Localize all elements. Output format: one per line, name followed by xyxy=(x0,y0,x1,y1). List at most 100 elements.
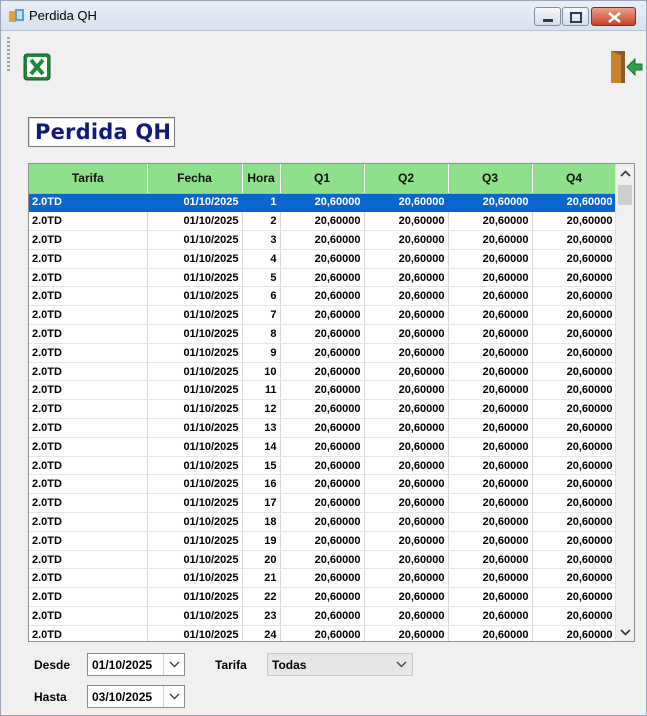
table-row[interactable]: 2.0TD 01/10/2025 6 20,60000 20,60000 20,60000… xyxy=(29,286,617,307)
table-cell: 2.0TD xyxy=(29,568,148,589)
table-row[interactable]: 2.0TD 01/10/2025 22 20,60000 20,60000 20,6000… xyxy=(29,587,617,608)
table-cell: 2.0TD xyxy=(29,587,148,608)
table-row[interactable]: 2.0TD 01/10/2025 13 20,60000 20,60000 20,6000… xyxy=(29,418,617,438)
table-row[interactable]: 2.0TD 01/10/2025 14 20,60000 20,60000 20,6000… xyxy=(29,437,617,457)
table-cell: 20,60000 xyxy=(448,437,533,457)
table-cell: 20,60000 xyxy=(448,380,533,401)
table-row[interactable]: 2.0TD 01/10/2025 12 20,60000 20,60000 20,6000… xyxy=(29,399,617,420)
table-cell: 20,60000 xyxy=(280,362,365,382)
table-cell: 20,60000 xyxy=(280,456,365,476)
table-cell: 20,60000 xyxy=(448,493,533,514)
table-row[interactable]: 2.0TD 01/10/2025 1 20,60000 20,60000 20,60000… xyxy=(29,193,617,213)
table-row[interactable]: 2.0TD 01/10/2025 20 20,60000 20,60000 20,6000… xyxy=(29,550,617,570)
table-cell: 20,60000 xyxy=(448,268,533,288)
table-row[interactable]: 2.0TD 01/10/2025 24 20,60000 20,60000 20,6000… xyxy=(29,625,617,641)
table-row[interactable]: 2.0TD 01/10/2025 23 20,60000 20,60000 20,6000… xyxy=(29,606,617,626)
grid-header-row: Tarifa Fecha Hora Q1 Q2 Q3 Q4 xyxy=(29,164,617,194)
table-row[interactable]: 2.0TD 01/10/2025 3 20,60000 20,60000 20,60000… xyxy=(29,230,617,250)
close-icon xyxy=(608,11,621,24)
table-row[interactable]: 2.0TD 01/10/2025 17 20,60000 20,60000 20,6000… xyxy=(29,493,617,514)
column-header[interactable]: Q4 xyxy=(532,164,617,194)
data-grid[interactable]: Tarifa Fecha Hora Q1 Q2 Q3 Q4 2.0TD 01/10/2025 1… xyxy=(28,163,635,642)
hasta-label: Hasta xyxy=(34,690,67,704)
table-cell: 2.0TD xyxy=(29,437,148,457)
table-cell: 2.0TD xyxy=(29,625,148,641)
table-cell: 19 xyxy=(242,531,281,551)
vertical-scrollbar[interactable] xyxy=(615,164,634,641)
table-row[interactable]: 2.0TD 01/10/2025 4 20,60000 20,60000 20,60000… xyxy=(29,249,617,269)
table-cell: 20,60000 xyxy=(280,193,365,213)
table-cell: 2.0TD xyxy=(29,493,148,514)
table-cell: 20,60000 xyxy=(532,568,617,589)
table-cell: 13 xyxy=(242,418,281,438)
table-cell: 20,60000 xyxy=(532,550,617,570)
table-cell: 20,60000 xyxy=(280,324,365,344)
toolbar-grip[interactable] xyxy=(7,37,10,72)
scroll-thumb[interactable] xyxy=(618,185,632,205)
table-cell: 20,60000 xyxy=(364,625,449,641)
table-cell: 2.0TD xyxy=(29,550,148,570)
table-row[interactable]: 2.0TD 01/10/2025 19 20,60000 20,60000 20,6000… xyxy=(29,531,617,551)
table-cell: 2.0TD xyxy=(29,343,148,363)
table-row[interactable]: 2.0TD 01/10/2025 15 20,60000 20,60000 20,6000… xyxy=(29,456,617,476)
table-cell: 20,60000 xyxy=(280,493,365,514)
table-row[interactable]: 2.0TD 01/10/2025 9 20,60000 20,60000 20,60000… xyxy=(29,343,617,363)
grid-table: Tarifa Fecha Hora Q1 Q2 Q3 Q4 2.0TD 01/10/2025 1… xyxy=(29,164,617,641)
table-cell: 01/10/2025 xyxy=(147,531,243,551)
chevron-down-icon xyxy=(396,661,407,668)
table-row[interactable]: 2.0TD 01/10/2025 8 20,60000 20,60000 20,60000… xyxy=(29,324,617,344)
hasta-date-picker[interactable]: 03/10/2025 xyxy=(87,685,185,708)
table-row[interactable]: 2.0TD 01/10/2025 21 20,60000 20,60000 20,6000… xyxy=(29,568,617,589)
table-row[interactable]: 2.0TD 01/10/2025 11 20,60000 20,60000 20,6000… xyxy=(29,380,617,401)
excel-icon[interactable] xyxy=(23,53,51,81)
hasta-dropdown-button[interactable] xyxy=(163,686,184,707)
table-cell: 16 xyxy=(242,474,281,495)
desde-dropdown-button[interactable] xyxy=(163,654,184,675)
table-cell: 2.0TD xyxy=(29,606,148,626)
tarifa-select[interactable]: Todas xyxy=(267,653,413,676)
table-cell: 20,60000 xyxy=(364,249,449,269)
tarifa-dropdown-button[interactable] xyxy=(391,654,412,675)
column-header[interactable]: Fecha xyxy=(147,164,243,194)
table-cell: 8 xyxy=(242,324,281,344)
table-cell: 20,60000 xyxy=(364,286,449,307)
table-row[interactable]: 2.0TD 01/10/2025 5 20,60000 20,60000 20,60000… xyxy=(29,268,617,288)
table-cell: 2.0TD xyxy=(29,474,148,495)
table-row[interactable]: 2.0TD 01/10/2025 7 20,60000 20,60000 20,60000… xyxy=(29,305,617,326)
maximize-button[interactable] xyxy=(562,7,589,26)
close-button[interactable] xyxy=(591,7,636,26)
table-cell: 20,60000 xyxy=(364,399,449,420)
table-cell: 20,60000 xyxy=(364,512,449,532)
table-cell: 2.0TD xyxy=(29,362,148,382)
column-header[interactable]: Q1 xyxy=(280,164,365,194)
table-cell: 01/10/2025 xyxy=(147,230,243,250)
scroll-up-icon[interactable] xyxy=(620,169,631,179)
table-cell: 01/10/2025 xyxy=(147,418,243,438)
table-cell: 20,60000 xyxy=(448,512,533,532)
table-cell: 20,60000 xyxy=(280,625,365,641)
minimize-button[interactable] xyxy=(534,7,561,26)
page-title-box: Perdida QH xyxy=(28,117,175,147)
table-cell: 20,60000 xyxy=(448,399,533,420)
table-cell: 01/10/2025 xyxy=(147,305,243,326)
title-bar[interactable]: Perdida QH xyxy=(1,1,646,31)
exit-door-icon[interactable] xyxy=(603,49,643,85)
table-cell: 01/10/2025 xyxy=(147,474,243,495)
table-cell: 4 xyxy=(242,249,281,269)
app-icon xyxy=(9,9,24,22)
table-cell: 20,60000 xyxy=(532,625,617,641)
table-row[interactable]: 2.0TD 01/10/2025 18 20,60000 20,60000 20,6000… xyxy=(29,512,617,532)
desde-date-picker[interactable]: 01/10/2025 xyxy=(87,653,185,676)
column-header[interactable]: Q2 xyxy=(364,164,449,194)
table-row[interactable]: 2.0TD 01/10/2025 2 20,60000 20,60000 20,60000… xyxy=(29,211,617,232)
table-cell: 20,60000 xyxy=(448,193,533,213)
scroll-down-icon[interactable] xyxy=(620,627,631,637)
column-header[interactable]: Tarifa xyxy=(29,164,148,194)
table-row[interactable]: 2.0TD 01/10/2025 16 20,60000 20,60000 20,6000… xyxy=(29,474,617,495)
table-cell: 20,60000 xyxy=(364,437,449,457)
column-header[interactable]: Q3 xyxy=(448,164,533,194)
column-header[interactable]: Hora xyxy=(242,164,281,194)
table-cell: 01/10/2025 xyxy=(147,211,243,232)
table-row[interactable]: 2.0TD 01/10/2025 10 20,60000 20,60000 20,6000… xyxy=(29,362,617,382)
table-cell: 20,60000 xyxy=(532,286,617,307)
